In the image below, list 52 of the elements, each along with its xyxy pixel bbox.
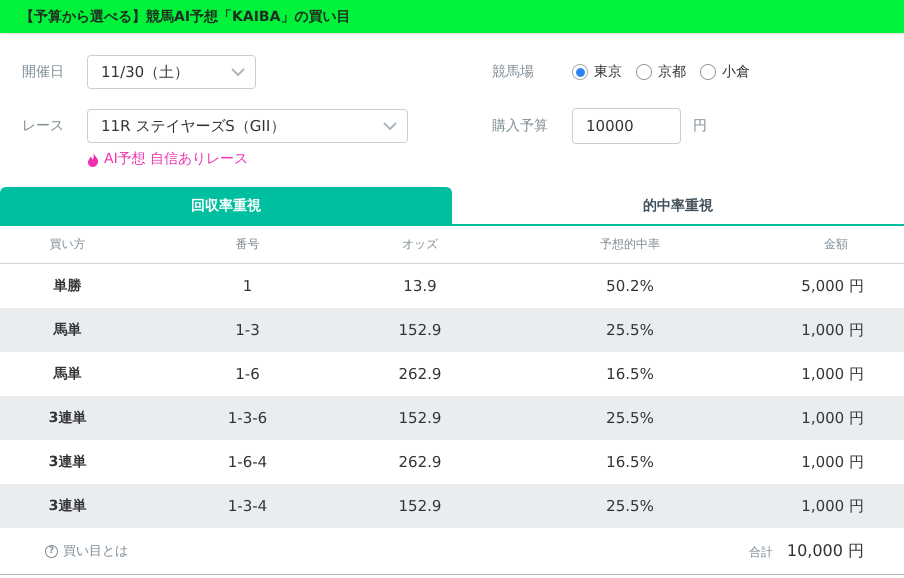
table-cell-text: 152.9 [398, 497, 442, 515]
table-cell-text: 3連単 [48, 409, 88, 427]
table-cell-text: 1-3-6 [226, 409, 268, 427]
column-header: 金額 [823, 236, 849, 253]
table-cell-text: 13.9 [402, 277, 438, 295]
table-cell-text: 1-6-4 [226, 453, 268, 471]
table-cell-text: 25.5% [605, 409, 655, 427]
race-label: レース [22, 117, 65, 135]
budget-label: 購入予算 [492, 117, 549, 135]
table-cell-text: 152.9 [398, 409, 442, 427]
total-value: 10,000 円 [786, 540, 864, 562]
confidence-note: AI予想 自信ありレース [104, 150, 248, 168]
column-header: オッズ [401, 236, 439, 253]
table-cell-text: 262.9 [398, 453, 442, 471]
table-cell-text: 1-6 [234, 365, 261, 383]
table-cell-text: 25.5% [605, 497, 655, 515]
column-header: 予想的中率 [599, 236, 661, 253]
table-cell-text: 3連単 [48, 497, 88, 515]
table-cell-text: 1-3-4 [226, 497, 268, 515]
table-cell-text: 1,000 円 [800, 364, 865, 384]
budget-input[interactable]: 10000 [572, 108, 681, 144]
column-header: 番号 [234, 236, 260, 253]
table-cell-text: 50.2% [605, 277, 655, 295]
table-cell-text: 馬単 [52, 365, 82, 383]
column-header: 買い方 [48, 236, 86, 253]
table-cell-text: 25.5% [605, 321, 655, 339]
table-cell-text: 1 [242, 277, 254, 295]
table-cell-text: 単勝 [52, 277, 82, 295]
help-icon: ? [45, 544, 58, 558]
table-cell-text: 1,000 円 [800, 452, 865, 472]
date-dropdown[interactable]: 11/30（土） [87, 55, 256, 89]
help-link[interactable]: 買い目とは [63, 542, 128, 560]
table-cell-text: 馬単 [52, 321, 82, 339]
date-label: 開催日 [22, 63, 65, 81]
race-dropdown[interactable]: 11R ステイヤーズS（GII） [87, 109, 408, 143]
table-cell-text: 16.5% [605, 453, 655, 471]
yen-unit: 円 [693, 117, 707, 135]
table-cell-text: 1,000 円 [800, 408, 865, 428]
table-cell-text: 3連単 [48, 453, 88, 471]
table-cell-text: 1,000 円 [800, 496, 865, 516]
venue-radio[interactable]: 東京 [572, 63, 622, 81]
venue-radio[interactable]: 小倉 [700, 63, 750, 81]
table-cell-text: 1-3 [234, 321, 261, 339]
total-label: 合計 [748, 544, 773, 560]
venue-label: 競馬場 [492, 63, 535, 81]
table-cell-text: 16.5% [605, 365, 655, 383]
table-cell-text: 5,000 円 [800, 276, 865, 296]
page-title: 【予算から選べる】競馬AI予想「KAIBA」の買い目 [0, 0, 904, 33]
venue-radio[interactable]: 京都 [636, 63, 686, 81]
table-cell-text: 262.9 [398, 365, 442, 383]
table-cell-text: 1,000 円 [800, 320, 865, 340]
table-cell-text: 152.9 [398, 321, 442, 339]
